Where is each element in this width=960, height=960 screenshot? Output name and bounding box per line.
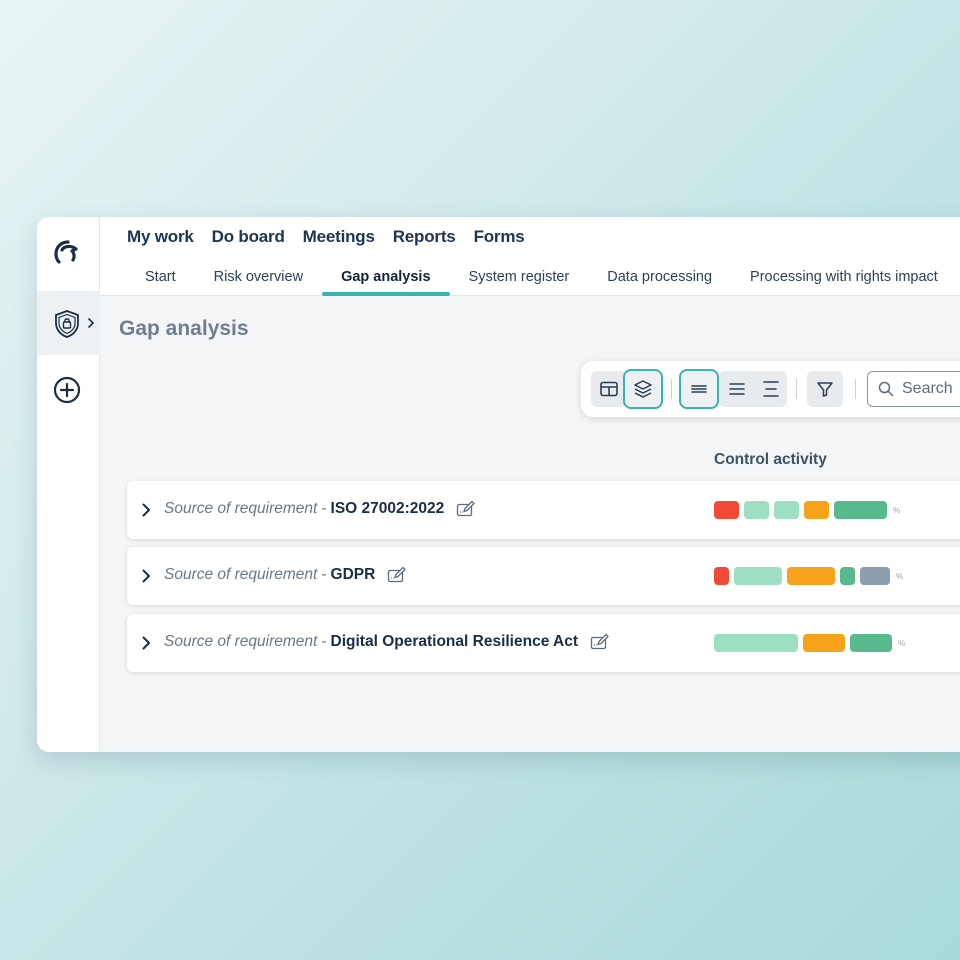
status-segment-orange xyxy=(804,501,829,519)
toolbar-divider xyxy=(855,379,856,399)
tab-risk-overview[interactable]: Risk overview xyxy=(195,269,322,296)
edit-icon[interactable] xyxy=(456,500,476,518)
nav-item-forms[interactable]: Forms xyxy=(474,227,525,247)
page-title: Gap analysis xyxy=(119,317,249,340)
row-name: GDPR xyxy=(330,566,376,583)
row-label: Source of requirement - GDPR xyxy=(164,566,407,584)
tab-start[interactable]: Start xyxy=(127,269,195,296)
status-segment-light-green xyxy=(734,567,782,585)
percent-label: % xyxy=(893,505,901,515)
search-placeholder: Search xyxy=(902,380,953,397)
status-segment-orange xyxy=(803,634,845,652)
density-comfortable-button[interactable] xyxy=(753,371,789,407)
nav-item-reports[interactable]: Reports xyxy=(393,227,456,247)
filter-button[interactable] xyxy=(807,371,843,407)
toolbar-divider xyxy=(796,379,797,399)
row-separator: - xyxy=(321,633,327,650)
status-bar: % xyxy=(714,567,903,585)
table-view-button[interactable] xyxy=(591,371,627,407)
status-segment-green xyxy=(834,501,887,519)
requirement-row[interactable]: Source of requirement - ISO 27002:2022 % xyxy=(127,481,960,539)
sub-tabs: Start Risk overview Gap analysis System … xyxy=(127,269,957,296)
density-compact-icon xyxy=(691,385,707,393)
tab-gap-analysis[interactable]: Gap analysis xyxy=(322,269,451,296)
row-name: Digital Operational Resilience Act xyxy=(330,633,579,650)
status-segment-light-green xyxy=(714,634,798,652)
nav-item-meetings[interactable]: Meetings xyxy=(303,227,375,247)
status-segment-green xyxy=(850,634,892,652)
add-circle-icon[interactable] xyxy=(53,376,81,404)
toolbar-divider xyxy=(671,379,672,399)
density-medium-button[interactable] xyxy=(719,371,755,407)
tab-data-processing[interactable]: Data processing xyxy=(588,269,731,296)
layers-icon xyxy=(634,380,652,398)
table-view-icon xyxy=(600,381,618,397)
search-icon xyxy=(878,381,894,397)
status-segment-light-green xyxy=(774,501,799,519)
edit-icon[interactable] xyxy=(590,633,610,651)
status-segment-red xyxy=(714,501,739,519)
top-bar: My work Do board Meetings Reports Forms … xyxy=(100,217,960,296)
status-segment-light-green xyxy=(744,501,769,519)
status-segment-gray xyxy=(860,567,890,585)
requirement-row[interactable]: Source of requirement - Digital Operatio… xyxy=(127,614,960,672)
column-header-control-activity: Control activity xyxy=(714,451,827,468)
layers-view-button[interactable] xyxy=(623,369,663,409)
chevron-right-icon[interactable] xyxy=(141,568,151,584)
shield-lock-icon xyxy=(55,310,79,338)
status-segment-green xyxy=(840,567,855,585)
row-label: Source of requirement - ISO 27002:2022 xyxy=(164,500,476,518)
percent-label: % xyxy=(896,571,904,581)
chevron-right-icon[interactable] xyxy=(141,635,151,651)
chevron-right-icon[interactable] xyxy=(141,502,151,518)
sidebar xyxy=(37,217,100,752)
status-bar: % xyxy=(714,501,900,519)
nav-item-my-work[interactable]: My work xyxy=(127,227,194,247)
nav-item-do-board[interactable]: Do board xyxy=(212,227,285,247)
chevron-right-icon xyxy=(88,318,95,328)
app-window: My work Do board Meetings Reports Forms … xyxy=(37,217,960,752)
percent-label: % xyxy=(898,638,906,648)
app-logo-icon[interactable] xyxy=(51,235,83,267)
main-nav: My work Do board Meetings Reports Forms xyxy=(127,227,525,247)
status-segment-orange xyxy=(787,567,835,585)
row-prefix: Source of requirement xyxy=(164,500,318,517)
tab-system-register[interactable]: System register xyxy=(450,269,589,296)
density-compact-button[interactable] xyxy=(679,369,719,409)
requirement-row[interactable]: Source of requirement - GDPR % xyxy=(127,547,960,605)
row-separator: - xyxy=(321,500,327,517)
edit-icon[interactable] xyxy=(387,566,407,584)
density-medium-icon xyxy=(729,383,745,395)
status-bar: % xyxy=(714,634,905,652)
density-comfortable-icon xyxy=(763,381,779,397)
status-segment-red xyxy=(714,567,729,585)
view-toolbar: Search xyxy=(581,361,960,417)
filter-icon xyxy=(817,382,833,397)
row-separator: - xyxy=(321,566,327,583)
row-label: Source of requirement - Digital Operatio… xyxy=(164,633,610,651)
search-input[interactable]: Search xyxy=(867,371,960,407)
row-name: ISO 27002:2022 xyxy=(330,500,445,517)
tab-processing-rights-impact[interactable]: Processing with rights impact xyxy=(731,269,957,296)
row-prefix: Source of requirement xyxy=(164,633,318,650)
sidebar-item-security[interactable] xyxy=(37,291,100,355)
row-prefix: Source of requirement xyxy=(164,566,318,583)
